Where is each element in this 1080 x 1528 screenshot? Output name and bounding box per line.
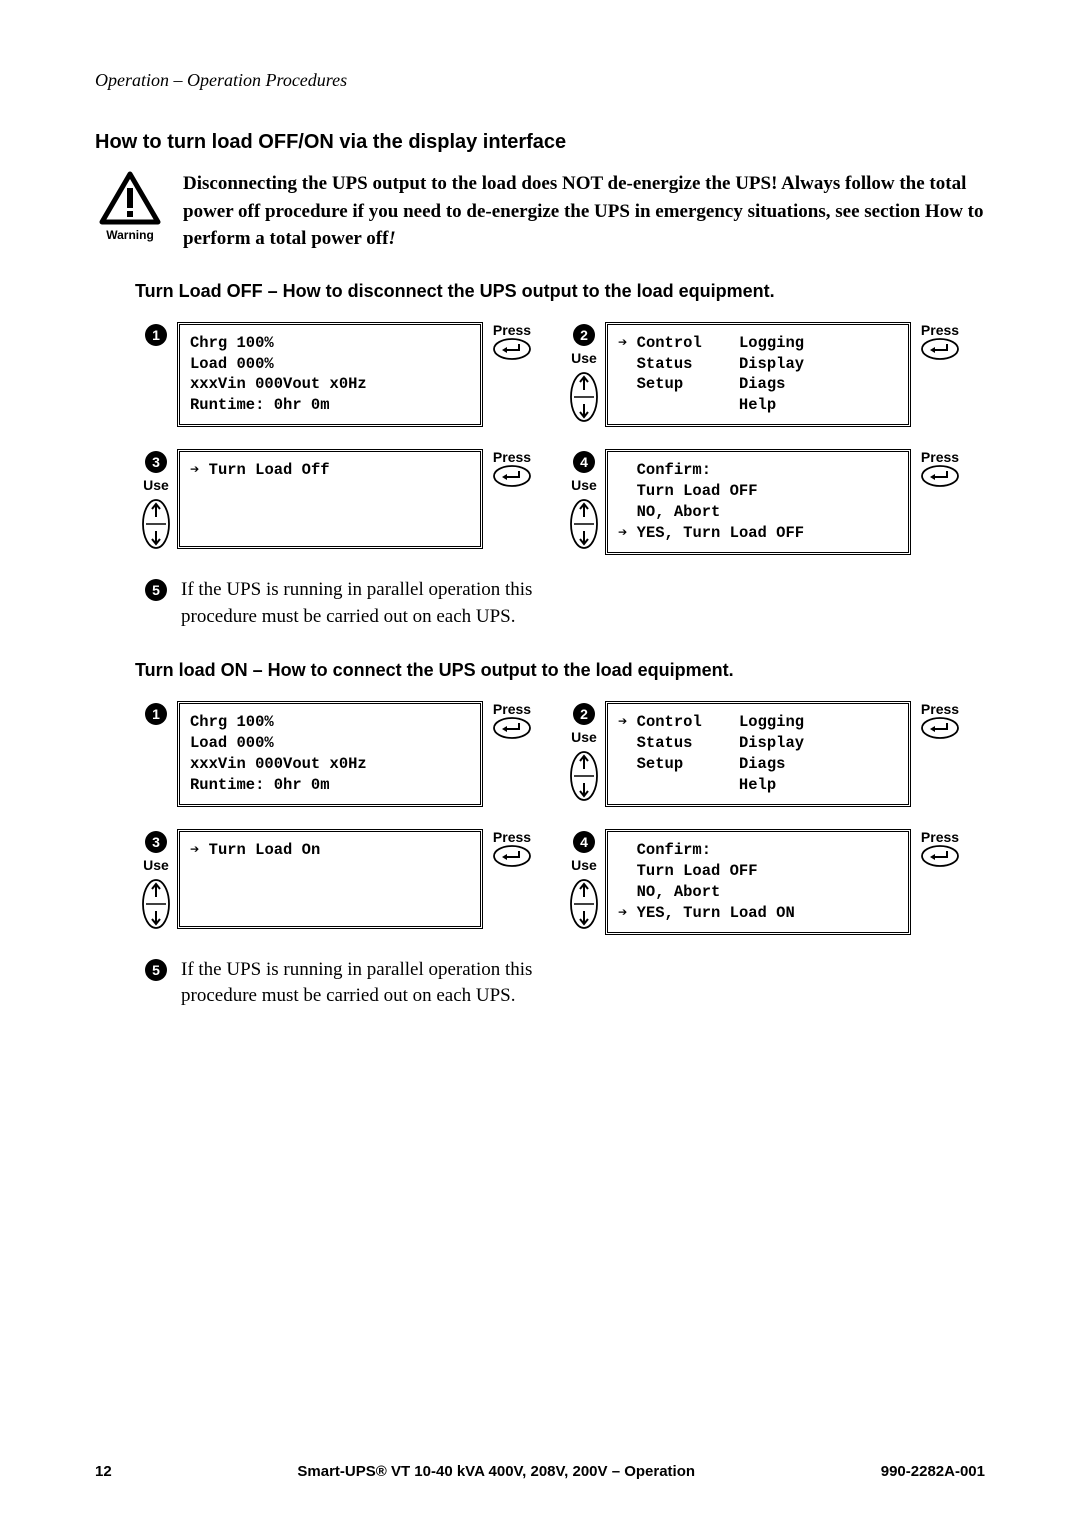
- step-note: If the UPS is running in parallel operat…: [177, 957, 555, 1010]
- step-number: 1: [145, 324, 167, 346]
- enter-button-icon[interactable]: [493, 845, 531, 867]
- updown-button-icon[interactable]: [142, 499, 170, 549]
- step-on-2: 2 Use Control Logging Status Display Set…: [563, 701, 963, 807]
- warning-text-excl: !: [388, 228, 395, 249]
- use-label: Use: [571, 729, 597, 745]
- step-number: 4: [573, 831, 595, 853]
- press-label: Press: [493, 322, 531, 338]
- press-label: Press: [493, 449, 531, 465]
- step-on-4: 4 Use Confirm: Turn Load OFF NO, Abort Y…: [563, 829, 963, 935]
- confirm-no: NO, Abort: [618, 503, 720, 521]
- step-number: 2: [573, 703, 595, 725]
- warning-triangle-icon: [98, 170, 162, 226]
- footer-title: Smart-UPS® VT 10-40 kVA 400V, 208V, 200V…: [297, 1463, 695, 1480]
- lcd-display: Chrg 100% Load 000% xxxVin 000Vout x0Hz …: [177, 701, 483, 807]
- step-number: 5: [145, 579, 167, 601]
- warning-text: Disconnecting the UPS output to the load…: [183, 170, 985, 253]
- step-on-5: 5 If the UPS is running in parallel oper…: [135, 957, 555, 1010]
- heading-turn-load-off: Turn Load OFF – How to disconnect the UP…: [135, 281, 985, 302]
- enter-button-icon[interactable]: [921, 845, 959, 867]
- confirm-action: Turn Load OFF: [618, 482, 758, 500]
- use-label: Use: [571, 477, 597, 493]
- warning-label: Warning: [95, 228, 165, 242]
- menu-item-display: Display: [739, 734, 804, 752]
- press-label: Press: [921, 449, 959, 465]
- enter-button-icon[interactable]: [921, 465, 959, 487]
- page-footer: 12 Smart-UPS® VT 10-40 kVA 400V, 208V, 2…: [95, 1463, 985, 1480]
- lcd-display: Chrg 100% Load 000% xxxVin 000Vout x0Hz …: [177, 322, 483, 428]
- step-number: 5: [145, 959, 167, 981]
- menu-item-logging: Logging: [739, 334, 804, 352]
- step-off-1: 1 Chrg 100% Load 000% xxxVin 000Vout x0H…: [135, 322, 535, 428]
- updown-button-icon[interactable]: [142, 879, 170, 929]
- step-off-3: 3 Use Turn Load Off Press: [135, 449, 535, 549]
- use-label: Use: [571, 857, 597, 873]
- menu-item-status: Status: [618, 734, 692, 752]
- confirm-yes: YES, Turn Load OFF: [618, 524, 804, 542]
- heading-turn-load-on: Turn load ON – How to connect the UPS ou…: [135, 660, 985, 681]
- lcd-display: Control Logging Status Display Setup Dia…: [605, 322, 911, 428]
- step-note: If the UPS is running in parallel operat…: [177, 577, 555, 630]
- enter-button-icon[interactable]: [493, 717, 531, 739]
- press-label: Press: [493, 701, 531, 717]
- menu-item-logging: Logging: [739, 713, 804, 731]
- confirm-yes: YES, Turn Load ON: [618, 904, 795, 922]
- menu-item-control: Control: [618, 713, 702, 731]
- warning-block: Warning Disconnecting the UPS output to …: [95, 170, 985, 253]
- lcd-display: Confirm: Turn Load OFF NO, Abort YES, Tu…: [605, 829, 911, 935]
- lcd-display: Confirm: Turn Load OFF NO, Abort YES, Tu…: [605, 449, 911, 555]
- enter-button-icon[interactable]: [493, 338, 531, 360]
- menu-item-status: Status: [618, 355, 692, 373]
- enter-button-icon[interactable]: [921, 338, 959, 360]
- press-label: Press: [493, 829, 531, 845]
- page-title: How to turn load OFF/ON via the display …: [95, 131, 985, 154]
- step-number: 3: [145, 831, 167, 853]
- updown-button-icon[interactable]: [570, 499, 598, 549]
- step-number: 2: [573, 324, 595, 346]
- use-label: Use: [143, 857, 169, 873]
- step-off-4: 4 Use Confirm: Turn Load OFF NO, Abort Y…: [563, 449, 963, 555]
- lcd-display: Control Logging Status Display Setup Dia…: [605, 701, 911, 807]
- menu-item-help: Help: [739, 776, 776, 794]
- menu-item-control: Control: [618, 334, 702, 352]
- press-label: Press: [921, 322, 959, 338]
- lcd-display: Turn Load On: [177, 829, 483, 929]
- confirm-label: Confirm:: [618, 841, 711, 859]
- menu-item-help: Help: [739, 396, 776, 414]
- menu-item-setup: Setup: [618, 755, 683, 773]
- press-label: Press: [921, 829, 959, 845]
- updown-button-icon[interactable]: [570, 751, 598, 801]
- menu-item-diags: Diags: [739, 375, 786, 393]
- doc-number: 990-2282A-001: [881, 1463, 985, 1480]
- step-off-5: 5 If the UPS is running in parallel oper…: [135, 577, 555, 630]
- warning-text-main: Disconnecting the UPS output to the load…: [183, 173, 984, 249]
- updown-button-icon[interactable]: [570, 879, 598, 929]
- enter-button-icon[interactable]: [493, 465, 531, 487]
- menu-item-turn-load-off: Turn Load Off: [190, 461, 330, 479]
- updown-button-icon[interactable]: [570, 372, 598, 422]
- confirm-label: Confirm:: [618, 461, 711, 479]
- use-label: Use: [143, 477, 169, 493]
- step-on-3: 3 Use Turn Load On Press: [135, 829, 535, 929]
- page-number: 12: [95, 1463, 112, 1480]
- use-label: Use: [571, 350, 597, 366]
- step-number: 3: [145, 451, 167, 473]
- confirm-no: NO, Abort: [618, 883, 720, 901]
- menu-item-setup: Setup: [618, 375, 683, 393]
- press-label: Press: [921, 701, 959, 717]
- step-number: 1: [145, 703, 167, 725]
- step-number: 4: [573, 451, 595, 473]
- breadcrumb: Operation – Operation Procedures: [95, 70, 985, 91]
- lcd-display: Turn Load Off: [177, 449, 483, 549]
- step-on-1: 1 Chrg 100% Load 000% xxxVin 000Vout x0H…: [135, 701, 535, 807]
- step-off-2: 2 Use Control Logging Status Display Set…: [563, 322, 963, 428]
- menu-item-diags: Diags: [739, 755, 786, 773]
- confirm-action: Turn Load OFF: [618, 862, 758, 880]
- enter-button-icon[interactable]: [921, 717, 959, 739]
- menu-item-display: Display: [739, 355, 804, 373]
- menu-item-turn-load-on: Turn Load On: [190, 841, 320, 859]
